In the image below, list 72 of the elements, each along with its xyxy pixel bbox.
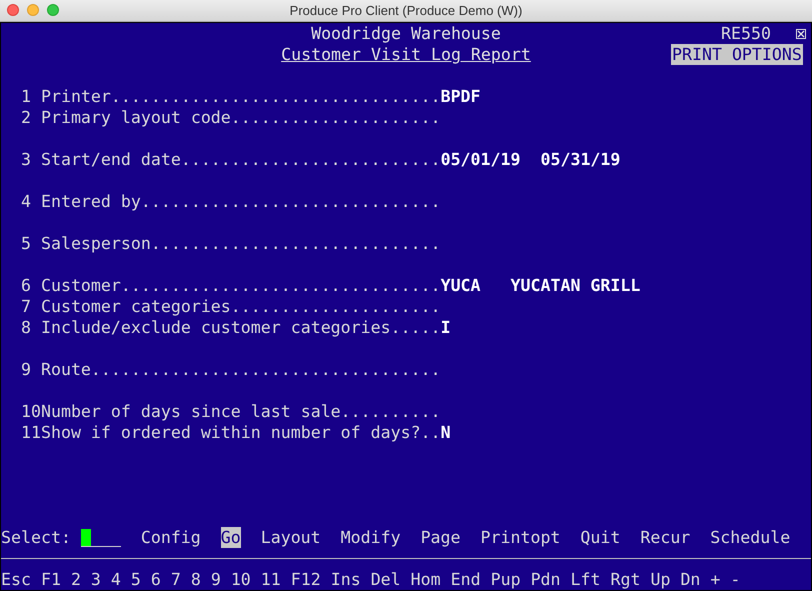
field-label: Salesperson............................. (40, 233, 441, 254)
field-value[interactable]: YUCA YUCATAN GRILL (440, 275, 640, 296)
field-label: Number of days since last sale.......... (40, 401, 441, 422)
field-number: 4 (21, 191, 32, 212)
function-key[interactable]: 6 (150, 569, 161, 590)
function-key[interactable]: + (710, 569, 720, 590)
menu-option[interactable]: Layout (260, 527, 321, 548)
zoom-window-button[interactable] (47, 4, 59, 16)
function-key[interactable]: 7 (170, 569, 181, 590)
report-title: Customer Visit Log Report (281, 44, 531, 65)
function-key[interactable]: 11 (260, 569, 281, 590)
menu-option[interactable]: Recur (640, 527, 690, 548)
field-value[interactable]: 05/01/19 05/31/19 (440, 149, 620, 170)
field-label: Customer categories..................... (40, 296, 441, 317)
company-name: Woodridge Warehouse (311, 23, 501, 44)
select-label: Select: (1, 527, 72, 548)
menu-option[interactable]: Quit (580, 527, 620, 548)
window-title: Produce Pro Client (Produce Demo (W)) (290, 3, 522, 18)
field-number: 6 (21, 275, 32, 296)
field-value[interactable]: I (440, 317, 451, 338)
field-label: Include/exclude customer categories..... (40, 317, 441, 338)
field-number: 11 (21, 422, 41, 443)
field-label: Printer................................. (40, 86, 441, 107)
field-value[interactable]: BPDF (440, 86, 481, 107)
field-label: Customer................................ (40, 275, 441, 296)
field-number: 9 (21, 359, 32, 380)
function-key[interactable]: 9 (210, 569, 221, 590)
function-key[interactable]: Up (650, 569, 670, 590)
function-key[interactable]: F1 (40, 569, 61, 590)
function-key[interactable]: Dn (680, 569, 700, 590)
menu-option[interactable]: Page (420, 527, 461, 548)
function-key[interactable]: Pdn (530, 569, 561, 590)
function-key[interactable]: Rgt (610, 569, 640, 590)
field-label: Start/end date.......................... (40, 149, 441, 170)
function-key[interactable]: 3 (90, 569, 101, 590)
field-number: 2 (21, 107, 32, 128)
function-key[interactable]: 2 (70, 569, 81, 590)
function-key[interactable]: End (450, 569, 481, 590)
function-key[interactable]: Pup (490, 569, 521, 590)
field-number: 8 (21, 317, 32, 338)
select-input-field[interactable] (80, 528, 121, 546)
function-key[interactable]: - (730, 569, 740, 590)
field-number: 3 (21, 149, 32, 170)
field-value[interactable]: N (440, 422, 451, 443)
field-number: 10 (21, 401, 41, 422)
field-label: Show if ordered within number of days?.. (40, 422, 441, 443)
program-code: RE550 (721, 23, 771, 44)
function-key[interactable]: 10 (230, 569, 251, 590)
menu-option[interactable]: Schedule (710, 527, 790, 548)
field-label: Primary layout code..................... (40, 107, 441, 128)
close-icon[interactable] (796, 29, 806, 39)
function-key[interactable]: F12 (290, 569, 321, 590)
menu-option[interactable]: Modify (340, 527, 401, 548)
minimize-window-button[interactable] (27, 4, 39, 16)
function-key[interactable]: Lft (570, 569, 601, 590)
function-key[interactable]: 4 (110, 569, 121, 590)
function-key[interactable]: Ins (330, 569, 361, 590)
field-number: 5 (21, 233, 32, 254)
menu-option[interactable]: Config (140, 527, 201, 548)
mode-label: PRINT OPTIONS (671, 44, 803, 65)
field-label: Entered by.............................. (40, 191, 441, 212)
function-key[interactable]: Hom (410, 569, 441, 590)
function-key[interactable]: Esc (1, 569, 31, 590)
function-key[interactable]: 5 (130, 569, 141, 590)
close-window-button[interactable] (7, 4, 19, 16)
menu-option[interactable]: Go (220, 527, 241, 548)
field-label: Route................................... (40, 359, 441, 380)
menu-option[interactable]: Printopt (480, 527, 560, 548)
field-number: 1 (21, 86, 32, 107)
function-key[interactable]: Del (370, 569, 401, 590)
field-number: 7 (21, 296, 32, 317)
function-key[interactable]: 8 (190, 569, 201, 590)
